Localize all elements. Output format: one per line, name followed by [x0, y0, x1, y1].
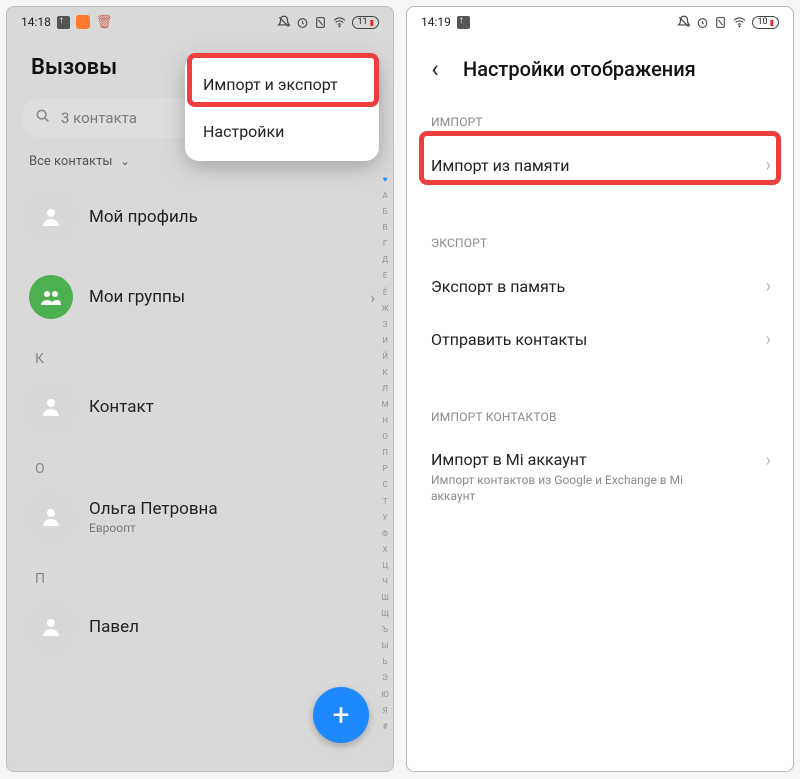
phone-left: 14:18 🗑 11▮ Вызовы 3 — [6, 6, 394, 772]
battery-icon: 10▮ — [752, 16, 779, 29]
contact-row[interactable]: Павел — [7, 587, 393, 649]
groups-icon — [29, 275, 73, 319]
upload-icon — [457, 16, 470, 29]
wifi-icon — [332, 16, 347, 29]
chevron-down-icon: ⌄ — [120, 155, 129, 168]
import-from-storage-row[interactable]: Импорт из памяти › — [407, 139, 793, 192]
chevron-right-icon: › — [370, 288, 375, 307]
import-mi-account-row[interactable]: Импорт в Mi аккаунт Импорт контактов из … — [407, 434, 793, 520]
contact-row[interactable]: Контакт — [7, 367, 393, 447]
battery-icon: 11▮ — [352, 16, 379, 29]
search-placeholder: 3 контакта — [61, 109, 137, 127]
phone-right: 14:19 10▮ ‹ Настройки отображения ИМПОРТ… — [406, 6, 794, 772]
contact-row[interactable]: Ольга Петровна Евроопт — [7, 477, 393, 557]
chevron-right-icon: › — [766, 329, 771, 350]
section-header-k: К — [7, 337, 393, 367]
section-header-import-contacts: ИМПОРТ КОНТАКТОВ — [407, 392, 793, 434]
page-title: Настройки отображения — [459, 57, 779, 81]
wifi-icon — [732, 16, 747, 29]
add-contact-fab[interactable]: + — [313, 687, 369, 743]
status-bar: 14:19 10▮ — [407, 7, 793, 33]
chevron-right-icon: › — [766, 155, 771, 176]
page-header: ‹ Настройки отображения — [407, 33, 793, 97]
nosim-icon — [714, 16, 727, 29]
alpha-index[interactable]: ♥АБВГДЕЁЖЗИЙКЛМНОПРСТУФХЦЧШЩЪЫЬЭЮЯ# — [381, 175, 389, 731]
avatar-icon — [29, 385, 73, 429]
avatar-icon — [29, 195, 73, 239]
section-header-export: ЭКСПОРТ — [407, 218, 793, 260]
chevron-right-icon: › — [766, 276, 771, 297]
dnd-icon — [277, 15, 291, 29]
status-time: 14:18 — [21, 15, 51, 29]
trash-icon: 🗑 — [96, 15, 113, 30]
avatar-icon — [29, 605, 73, 649]
section-header-o: О — [7, 447, 393, 477]
alarm-icon — [696, 16, 709, 29]
nosim-icon — [314, 16, 327, 29]
export-to-storage-row[interactable]: Экспорт в память › — [407, 260, 793, 313]
status-bar: 14:18 🗑 11▮ — [7, 7, 393, 33]
search-icon — [35, 108, 51, 128]
alarm-icon — [296, 16, 309, 29]
section-header-p: П — [7, 557, 393, 587]
back-button[interactable]: ‹ — [421, 55, 449, 83]
chevron-right-icon: › — [766, 450, 771, 471]
share-contacts-row[interactable]: Отправить контакты › — [407, 313, 793, 366]
my-profile-row[interactable]: Мой профиль — [7, 177, 393, 257]
upload-icon — [57, 16, 70, 29]
app-icon — [76, 15, 90, 29]
avatar-icon — [29, 495, 73, 539]
menu-settings[interactable]: Настройки — [185, 108, 379, 155]
status-time: 14:19 — [421, 15, 451, 29]
menu-import-export[interactable]: Импорт и экспорт — [185, 61, 379, 108]
section-header-import: ИМПОРТ — [407, 97, 793, 139]
overflow-menu: Импорт и экспорт Настройки — [185, 55, 379, 161]
my-groups-row[interactable]: Мои группы › — [7, 257, 393, 337]
dnd-icon — [677, 15, 691, 29]
